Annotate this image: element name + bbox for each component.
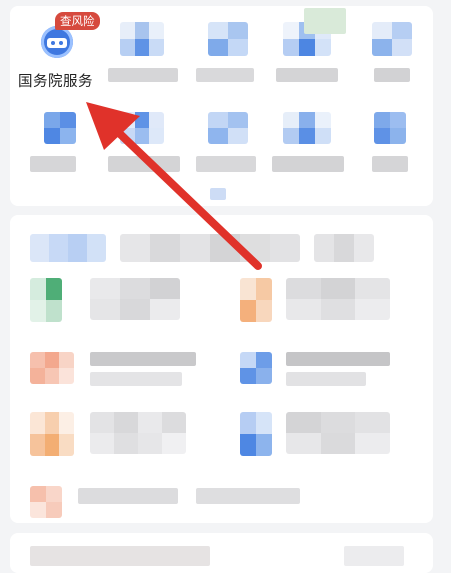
blurred-section-tab[interactable] xyxy=(120,234,300,262)
blurred-app-label xyxy=(108,68,178,82)
blurred-bottom-text xyxy=(344,546,404,566)
blurred-list-icon[interactable] xyxy=(30,278,62,322)
blurred-app-label xyxy=(276,68,338,82)
blurred-app-label xyxy=(196,156,256,172)
blurred-app-label xyxy=(30,156,76,172)
page-indicator xyxy=(210,188,226,200)
blurred-app-icon[interactable] xyxy=(120,112,164,144)
blurred-app-label xyxy=(372,156,408,172)
blurred-list-title[interactable] xyxy=(286,352,390,366)
blurred-list-title[interactable] xyxy=(196,488,300,504)
blurred-app-label xyxy=(108,156,180,172)
blurred-list-icon[interactable] xyxy=(30,352,74,384)
blurred-app-label xyxy=(374,68,410,82)
blurred-app-label xyxy=(196,68,254,82)
blurred-list-title[interactable] xyxy=(78,488,178,504)
blurred-decoration xyxy=(304,8,346,34)
government-service-icon xyxy=(41,26,73,58)
blurred-section-title xyxy=(30,234,106,262)
blurred-list-subtitle xyxy=(286,372,366,386)
blurred-list-text[interactable] xyxy=(90,278,180,320)
blurred-list-icon[interactable] xyxy=(240,278,272,322)
blurred-app-icon[interactable] xyxy=(208,112,248,144)
blurred-list-icon[interactable] xyxy=(240,352,272,384)
blurred-list-text[interactable] xyxy=(286,278,390,320)
gov-service-label: 国务院服务 xyxy=(18,74,93,90)
blurred-app-label xyxy=(272,156,344,172)
gov-service-app[interactable]: 查风险 国务院服务 xyxy=(12,10,104,94)
blurred-list-icon[interactable] xyxy=(30,412,74,456)
blurred-list-title[interactable] xyxy=(90,352,196,366)
blurred-app-icon[interactable] xyxy=(44,112,76,144)
blurred-section-tab[interactable] xyxy=(314,234,374,262)
blurred-app-icon[interactable] xyxy=(120,22,164,56)
blurred-list-text[interactable] xyxy=(90,412,186,454)
blurred-list-subtitle xyxy=(90,372,182,386)
blurred-list-text[interactable] xyxy=(286,412,390,454)
risk-check-badge: 查风险 xyxy=(55,12,100,30)
blurred-list-icon[interactable] xyxy=(240,412,272,456)
blurred-app-icon[interactable] xyxy=(208,22,248,56)
blurred-bottom-text xyxy=(30,546,210,566)
blurred-app-icon[interactable] xyxy=(374,112,406,144)
blurred-app-icon[interactable] xyxy=(283,112,331,144)
blurred-app-icon[interactable] xyxy=(372,22,412,56)
blurred-list-icon[interactable] xyxy=(30,486,62,518)
